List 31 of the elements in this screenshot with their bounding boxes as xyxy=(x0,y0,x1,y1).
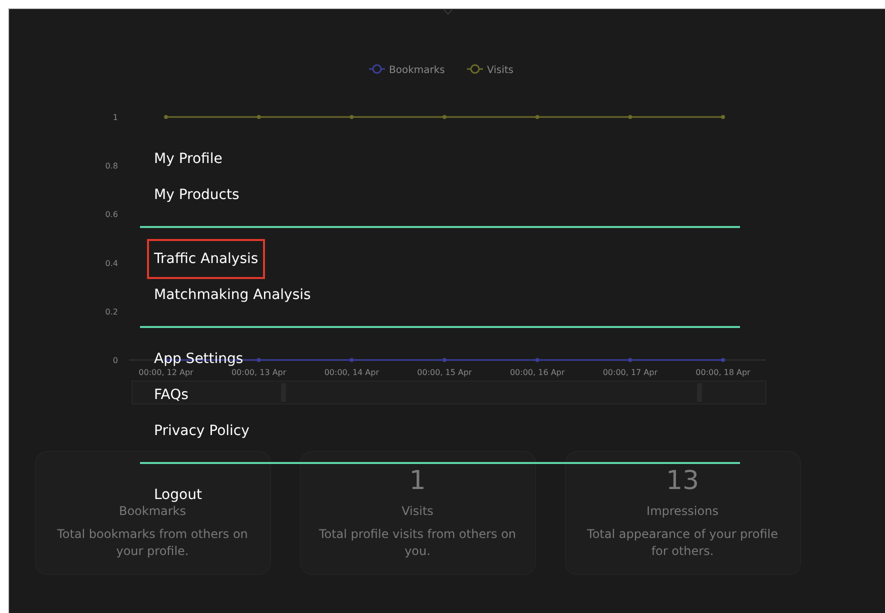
stat-title: Visits xyxy=(402,504,434,518)
x-tick-label: 00:00, 13 Apr xyxy=(231,368,286,377)
x-tick-label: 00:00, 15 Apr xyxy=(417,368,472,377)
x-tick-label: 00:00, 17 Apr xyxy=(602,368,658,377)
x-tick-label: 00:00, 12 Apr xyxy=(138,368,194,377)
stat-value: 13 xyxy=(666,466,700,498)
menu-item[interactable]: FAQs xyxy=(147,383,196,407)
y-tick-label: 1 xyxy=(112,113,118,122)
stat-title: Bookmarks xyxy=(118,504,186,518)
legend-label: Bookmarks xyxy=(389,65,445,76)
y-tick-label: 0.8 xyxy=(105,162,118,171)
x-tick-label: 00:00, 16 Apr xyxy=(510,368,565,377)
menu-item[interactable]: Logout xyxy=(147,483,209,507)
y-tick-label: 0.6 xyxy=(105,210,118,220)
stat-description: Total appearance of your profile for others. xyxy=(586,526,779,560)
menu-item[interactable]: Privacy Policy xyxy=(147,419,256,443)
x-tick-label: 00:00, 14 Apr xyxy=(324,368,380,377)
stat-title: Impressions xyxy=(646,504,718,518)
y-tick-label: 0.4 xyxy=(105,258,118,268)
chevron-icon[interactable] xyxy=(442,9,452,15)
menu-item[interactable]: My Products xyxy=(147,183,246,207)
y-tick-label: 0.2 xyxy=(105,307,118,316)
menu-item[interactable]: Traffic Analysis xyxy=(147,239,266,279)
stat-description: Total profile visits from others on you. xyxy=(318,526,518,560)
stat-value: 1 xyxy=(409,466,426,498)
y-tick-label: 0 xyxy=(112,356,118,365)
legend-label: Visits xyxy=(487,65,514,76)
menu-item[interactable]: Matchmaking Analysis xyxy=(147,283,318,307)
menu-item[interactable]: My Profile xyxy=(147,147,230,171)
x-tick-label: 00:00, 18 Apr xyxy=(696,368,750,377)
stat-description: Total bookmarks from others on your profile. xyxy=(56,526,249,560)
